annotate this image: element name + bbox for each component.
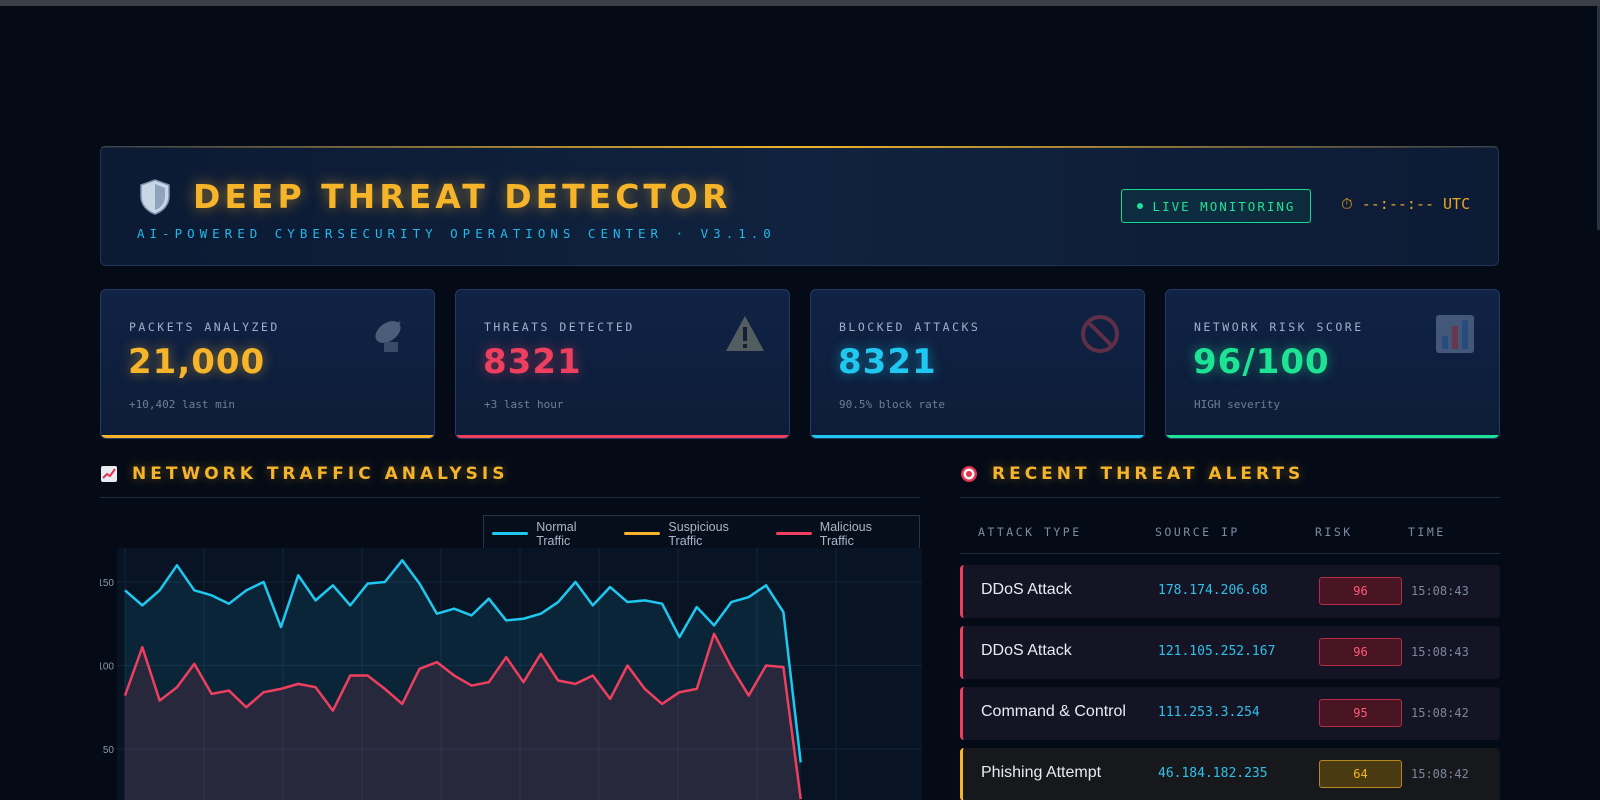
stat-label: THREATS DETECTED (484, 320, 635, 334)
legend-swatch (775, 532, 812, 535)
traffic-section-label: NETWORK TRAFFIC ANALYSIS (132, 464, 509, 484)
alert-risk-badge: 64 (1319, 760, 1402, 788)
page-title: DEEP THREAT DETECTOR (193, 177, 732, 216)
y-tick-label: 50 (103, 745, 115, 756)
stat-accent-bar (456, 435, 789, 438)
traffic-line-chart: 150 100 50 (100, 548, 922, 800)
bar-chart-icon (1436, 315, 1474, 353)
stat-card-packets: PACKETS ANALYZED 21,000 +10,402 last min (100, 289, 435, 439)
column-header-time[interactable]: TIME (1408, 525, 1446, 539)
shield-icon (140, 179, 170, 215)
divider (100, 497, 920, 498)
stat-card-blocked: BLOCKED ATTACKS 8321 90.5% block rate (810, 289, 1145, 439)
alert-risk-badge: 96 (1319, 577, 1402, 605)
table-header-divider (960, 553, 1500, 554)
dashboard-header: DEEP THREAT DETECTOR AI-POWERED CYBERSEC… (100, 146, 1499, 266)
prohibited-icon (1081, 315, 1119, 353)
stat-label: PACKETS ANALYZED (129, 320, 280, 334)
traffic-section-title: NETWORK TRAFFIC ANALYSIS (100, 464, 508, 484)
alert-row[interactable]: Phishing Attempt 46.184.182.235 64 15:08… (960, 748, 1500, 800)
y-tick-label: 150 (100, 578, 114, 589)
stat-label: BLOCKED ATTACKS (839, 320, 981, 334)
alert-attack-type: Phishing Attempt (981, 764, 1102, 781)
legend-item-suspicious[interactable]: Suspicious Traffic (624, 520, 761, 548)
target-icon (961, 466, 977, 482)
column-header-attack-type[interactable]: ATTACK TYPE (978, 525, 1082, 539)
satellite-dish-icon (375, 321, 401, 352)
stat-value: 21,000 (128, 342, 266, 382)
stat-value: 8321 (483, 342, 582, 382)
stat-card-risk: NETWORK RISK SCORE 96/100 HIGH severity (1165, 289, 1500, 439)
legend-item-normal[interactable]: Normal Traffic (492, 520, 610, 548)
utc-clock: ⏱ --:--:-- UTC (1341, 195, 1471, 213)
stat-value: 96/100 (1193, 342, 1330, 382)
legend-swatch (492, 532, 529, 535)
stat-sub: HIGH severity (1194, 398, 1281, 411)
column-header-risk[interactable]: RISK (1315, 525, 1353, 539)
alert-time: 15:08:42 (1411, 767, 1469, 781)
stat-label: NETWORK RISK SCORE (1194, 320, 1364, 334)
alert-source-ip: 46.184.182.235 (1158, 766, 1268, 781)
live-monitoring-label: LIVE MONITORING (1152, 198, 1296, 214)
alert-time: 15:08:42 (1411, 706, 1469, 720)
stat-sub: +3 last hour (484, 398, 564, 411)
alert-risk-badge: 96 (1319, 638, 1402, 666)
alert-time: 15:08:43 (1411, 645, 1469, 659)
stat-card-threats: THREATS DETECTED 8321 +3 last hour (455, 289, 790, 439)
alert-attack-type: DDoS Attack (981, 642, 1072, 659)
stat-sub: 90.5% block rate (839, 398, 945, 411)
stat-sub: +10,402 last min (129, 398, 235, 411)
chart-legend: Normal Traffic Suspicious Traffic Malici… (483, 515, 920, 552)
alert-source-ip: 111.253.3.254 (1158, 705, 1260, 720)
alert-source-ip: 178.174.206.68 (1158, 583, 1268, 598)
stat-accent-bar (101, 435, 434, 438)
alert-time: 15:08:43 (1411, 584, 1469, 598)
page-subtitle: AI-POWERED CYBERSECURITY OPERATIONS CENT… (137, 226, 776, 241)
stat-value: 8321 (838, 342, 937, 382)
legend-label: Normal Traffic (536, 519, 577, 548)
warning-icon (726, 316, 764, 351)
stat-accent-bar (811, 435, 1144, 438)
alert-row[interactable]: DDoS Attack 121.105.252.167 96 15:08:43 (960, 626, 1500, 679)
divider (960, 497, 1500, 498)
trend-chart-icon (101, 466, 117, 482)
alert-attack-type: Command & Control (981, 703, 1126, 720)
alerts-section-title: RECENT THREAT ALERTS (960, 464, 1304, 484)
stat-accent-bar (1166, 435, 1499, 438)
alert-risk-badge: 95 (1319, 699, 1402, 727)
alert-row[interactable]: Command & Control 111.253.3.254 95 15:08… (960, 687, 1500, 740)
legend-label: Malicious Traffic (819, 519, 872, 548)
alert-row[interactable]: DDoS Attack 178.174.206.68 96 15:08:43 (960, 565, 1500, 618)
alert-attack-type: DDoS Attack (981, 581, 1072, 598)
column-header-source-ip[interactable]: SOURCE IP (1155, 525, 1240, 539)
alerts-section-label: RECENT THREAT ALERTS (992, 464, 1305, 484)
legend-label: Suspicious Traffic (668, 519, 729, 548)
live-dot-icon (1136, 203, 1143, 209)
legend-swatch (624, 532, 661, 535)
y-tick-label: 100 (100, 662, 114, 673)
legend-item-malicious[interactable]: Malicious Traffic (775, 519, 905, 548)
browser-top-bar (0, 0, 1600, 6)
alert-source-ip: 121.105.252.167 (1158, 644, 1276, 659)
live-monitoring-button[interactable]: LIVE MONITORING (1121, 189, 1311, 223)
